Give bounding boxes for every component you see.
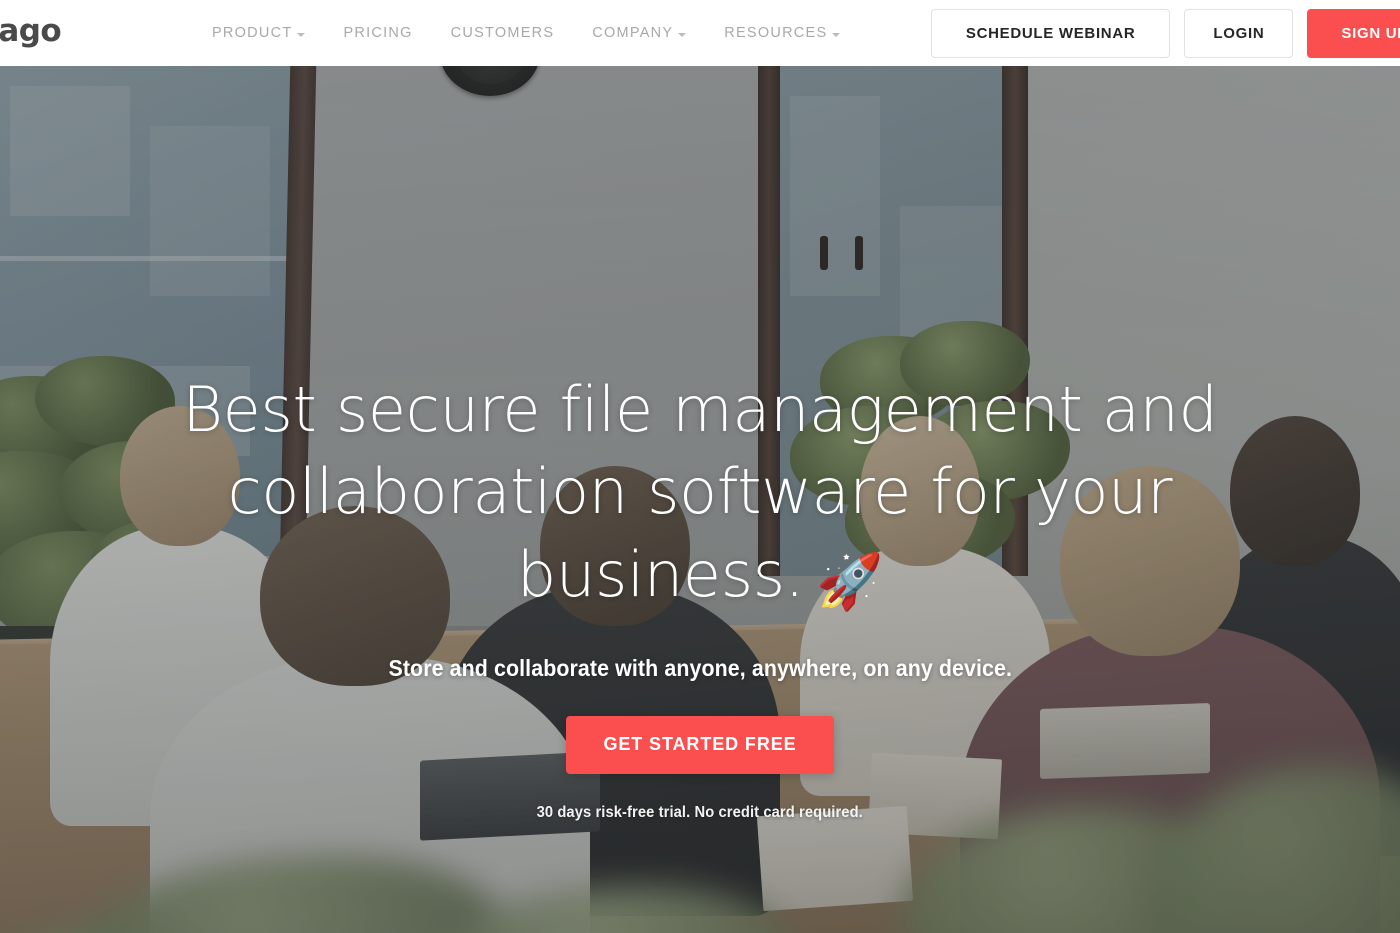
nav-item-label: PRICING bbox=[343, 25, 413, 41]
nav-item-label: CUSTOMERS bbox=[450, 25, 555, 41]
nav-item-label: COMPANY bbox=[592, 25, 674, 41]
chevron-down-icon bbox=[297, 32, 306, 37]
hero-trial-note: 30 days risk-free trial. No credit card … bbox=[536, 803, 864, 821]
nav-item-label: RESOURCES bbox=[724, 25, 828, 41]
hero-title-line-2: collaboration software for your business… bbox=[227, 455, 1173, 611]
logo[interactable]: eago bbox=[0, 13, 62, 49]
nav-item-label: PRODUCT bbox=[212, 25, 293, 41]
site-header: eago PRODUCT PRICING CUSTOMERS COMPANY R… bbox=[0, 0, 1400, 66]
nav-item-product[interactable]: PRODUCT bbox=[212, 25, 306, 41]
nav-item-customers[interactable]: CUSTOMERS bbox=[451, 25, 555, 41]
chevron-down-icon bbox=[678, 32, 687, 37]
nav-item-resources[interactable]: RESOURCES bbox=[724, 25, 841, 41]
page-title: Best secure file management and collabor… bbox=[110, 369, 1290, 618]
login-button[interactable]: LOGIN bbox=[1184, 8, 1294, 58]
hero-content: Best secure file management and collabor… bbox=[0, 66, 1400, 933]
nav-item-pricing[interactable]: PRICING bbox=[343, 25, 412, 41]
nav-item-company[interactable]: COMPANY bbox=[592, 25, 687, 41]
hero-title-line-1: Best secure file management and bbox=[182, 373, 1218, 446]
hero-section: Best secure file management and collabor… bbox=[0, 66, 1400, 933]
header-actions: SCHEDULE WEBINAR LOGIN SIGN UP bbox=[930, 0, 1400, 66]
hero-subtitle: Store and collaborate with anyone, anywh… bbox=[388, 654, 1012, 681]
schedule-webinar-button[interactable]: SCHEDULE WEBINAR bbox=[930, 8, 1171, 58]
main-navigation: PRODUCT PRICING CUSTOMERS COMPANY RESOUR… bbox=[212, 0, 841, 66]
sign-up-button[interactable]: SIGN UP bbox=[1307, 8, 1400, 58]
get-started-free-button[interactable]: GET STARTED FREE bbox=[566, 715, 834, 774]
chevron-down-icon bbox=[832, 32, 841, 37]
rocket-icon: 🚀 bbox=[816, 549, 884, 613]
